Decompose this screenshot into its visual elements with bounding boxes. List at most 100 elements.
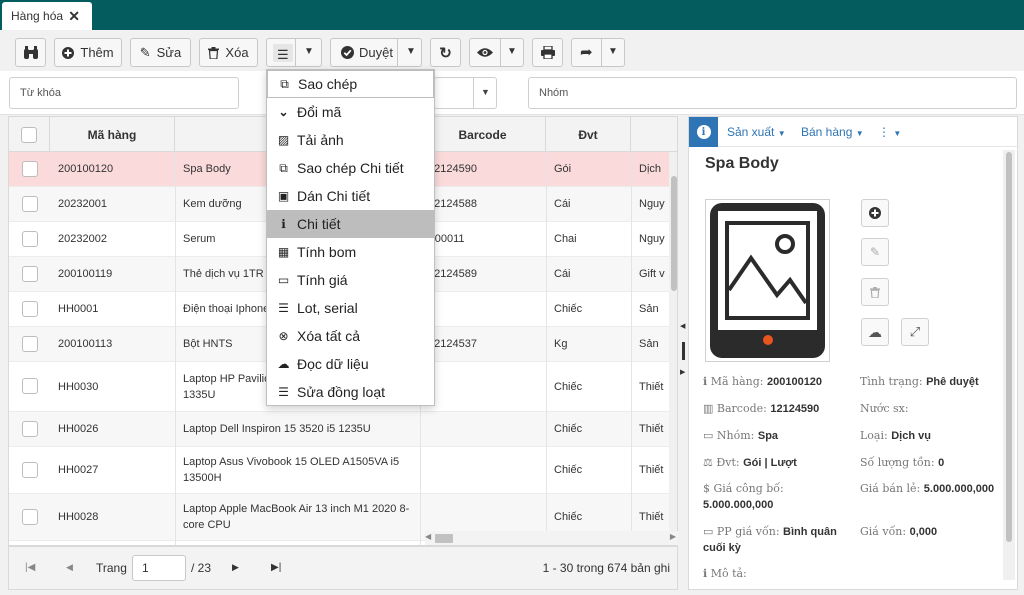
split-divider — [397, 39, 398, 66]
row-checkbox[interactable] — [22, 421, 38, 437]
scroll-thumb[interactable] — [1006, 152, 1012, 542]
col-barcode[interactable]: Barcode — [420, 117, 546, 152]
add-image-button[interactable] — [861, 199, 889, 227]
edit-image-button[interactable]: ✎ — [861, 238, 889, 266]
col-divider — [175, 152, 176, 545]
scroll-left-icon[interactable]: ◀ — [425, 532, 431, 541]
product-image[interactable] — [705, 199, 830, 362]
row-checkbox[interactable] — [22, 196, 38, 212]
edit-button[interactable]: ✎ Sửa — [130, 38, 191, 67]
cell-name-line1: Laptop HP Pavilio — [183, 372, 271, 385]
search-button[interactable] — [15, 38, 46, 67]
upload-image-button[interactable]: ☁ — [861, 318, 889, 346]
grid-horizontal-scrollbar[interactable]: ◀ ▶ — [425, 531, 678, 545]
print-icon — [540, 46, 555, 59]
tab-info[interactable]: i — [689, 117, 718, 147]
menu-item-label: Sửa đồng loạt — [297, 384, 385, 400]
row-checkbox[interactable] — [22, 336, 38, 352]
next-page-icon[interactable]: ▶ — [232, 562, 239, 573]
page-number-input[interactable]: 1 — [132, 555, 186, 581]
more-menu-button[interactable]: ☰ ▼ — [266, 38, 322, 67]
menu-item-copy[interactable]: ⧉ Sao chép — [267, 70, 434, 98]
table-row[interactable]: HH0027 Laptop Asus Vivobook 15 OLED A150… — [9, 447, 669, 494]
scroll-thumb[interactable] — [671, 176, 677, 291]
field-unit: ⚖ Đvt: Gói | Lượt — [703, 456, 797, 469]
menu-item-change-code[interactable]: ⌄ Đổi mã — [267, 98, 434, 126]
field-stock: Số lượng tồn: 0 — [860, 456, 945, 469]
row-checkbox[interactable] — [22, 301, 38, 317]
detail-scrollbar[interactable] — [1003, 150, 1015, 580]
cell-code: HH0001 — [58, 303, 99, 315]
first-page-icon[interactable]: |◀ — [25, 562, 35, 573]
menu-item-detail[interactable]: ℹ Chi tiết — [267, 210, 434, 238]
scroll-right-icon[interactable]: ▶ — [670, 532, 676, 541]
more-vertical-icon[interactable]: ⋮ ▼ — [878, 125, 901, 139]
print-button[interactable] — [532, 38, 563, 67]
keyword-input[interactable]: Từ khóa — [9, 77, 239, 109]
splitter-handle[interactable] — [682, 342, 685, 360]
eye-icon — [477, 48, 493, 57]
menu-item-label: Sao chép Chi tiết — [297, 160, 404, 176]
collapse-right-icon[interactable]: ▶ — [680, 368, 685, 376]
last-page-icon[interactable]: ▶| — [271, 562, 281, 573]
cloud-upload-icon: ☁ — [868, 323, 882, 340]
more-actions-menu: ⧉ Sao chép ⌄ Đổi mã ▨ Tải ảnh ⧉ Sao chép… — [266, 69, 435, 406]
page-total: / 23 — [191, 561, 212, 575]
grid-vertical-scrollbar[interactable] — [669, 152, 677, 545]
menu-item-upload-image[interactable]: ▨ Tải ảnh — [267, 126, 434, 154]
row-checkbox[interactable] — [22, 231, 38, 247]
row-checkbox[interactable] — [22, 378, 38, 394]
caret-down-icon[interactable]: ▼ — [304, 46, 314, 57]
menu-item-delete-all[interactable]: ⊗ Xóa tất cả — [267, 322, 434, 350]
col-dvt[interactable]: Đvt — [546, 117, 631, 152]
menu-item-lot-serial[interactable]: ☰ Lot, serial — [267, 294, 434, 322]
refresh-button[interactable]: ↻ — [430, 38, 461, 67]
row-checkbox[interactable] — [22, 161, 38, 177]
delete-button[interactable]: Xóa — [199, 38, 258, 67]
menu-item-read-data[interactable]: ☁ Đọc dữ liệu — [267, 350, 434, 378]
field-description: ℹ Mô tả: — [703, 567, 747, 580]
row-checkbox[interactable] — [22, 462, 38, 478]
cell-unit: Kg — [554, 338, 568, 350]
prev-page-icon[interactable]: ◀ — [66, 562, 73, 573]
tab-sales[interactable]: Bán hàng ▼ — [801, 125, 864, 139]
caret-down-icon[interactable]: ▼ — [608, 46, 618, 57]
menu-item-bulk-edit[interactable]: ☰ Sửa đồng loạt — [267, 378, 434, 406]
share-button[interactable]: ➦ ▼ — [571, 38, 625, 67]
cell-code: 20232001 — [58, 198, 107, 210]
row-checkbox[interactable] — [22, 509, 38, 525]
col-extra[interactable] — [631, 117, 677, 152]
menu-item-copy-detail[interactable]: ⧉ Sao chép Chi tiết — [267, 154, 434, 182]
menu-item-label: Đổi mã — [297, 104, 342, 120]
menu-item-calc-price[interactable]: ▭ Tính giá — [267, 266, 434, 294]
tab-production[interactable]: Sản xuất ▼ — [727, 125, 786, 139]
split-divider — [295, 39, 296, 66]
caret-down-icon[interactable]: ▼ — [507, 46, 517, 57]
expand-image-button[interactable]: ⤢ — [901, 318, 929, 346]
add-button[interactable]: Thêm — [54, 38, 122, 67]
tab-hang-hoa[interactable]: Hàng hóa ✕ — [2, 2, 92, 30]
cell-extra: Gift v — [639, 268, 665, 280]
close-icon[interactable]: ✕ — [68, 9, 80, 23]
collapse-left-icon[interactable]: ◀ — [680, 322, 685, 330]
view-button[interactable]: ▼ — [469, 38, 524, 67]
menu-item-paste-detail[interactable]: ▣ Dán Chi tiết — [267, 182, 434, 210]
delete-image-button[interactable] — [861, 278, 889, 306]
scroll-thumb[interactable] — [435, 534, 453, 543]
caret-down-icon[interactable]: ▼ — [406, 46, 416, 57]
select-all-checkbox[interactable] — [21, 126, 37, 143]
cell-code: 200100119 — [58, 268, 113, 280]
field-cost: Giá vốn: 0,000 — [860, 525, 938, 538]
field-group: ▭ Nhóm: Spa — [703, 429, 779, 442]
row-checkbox[interactable] — [22, 266, 38, 282]
category-select[interactable]: ▼ — [434, 77, 497, 109]
menu-item-calc-bom[interactable]: ▦ Tính bom — [267, 238, 434, 266]
col-ma-hang[interactable]: Mã hàng — [50, 117, 175, 152]
field-status: Tình trạng: Phê duyệt — [860, 375, 979, 388]
approve-button[interactable]: Duyệt ▼ — [330, 38, 422, 67]
cell-unit: Chai — [554, 233, 577, 245]
menu-item-label: Tính bom — [297, 244, 357, 260]
group-input[interactable]: Nhóm — [528, 77, 1017, 109]
field-cost-method: ▭ PP giá vốn: Bình quân cuối kỳ — [703, 525, 837, 554]
table-row[interactable]: HH0026 Laptop Dell Inspiron 15 3520 i5 1… — [9, 412, 669, 447]
